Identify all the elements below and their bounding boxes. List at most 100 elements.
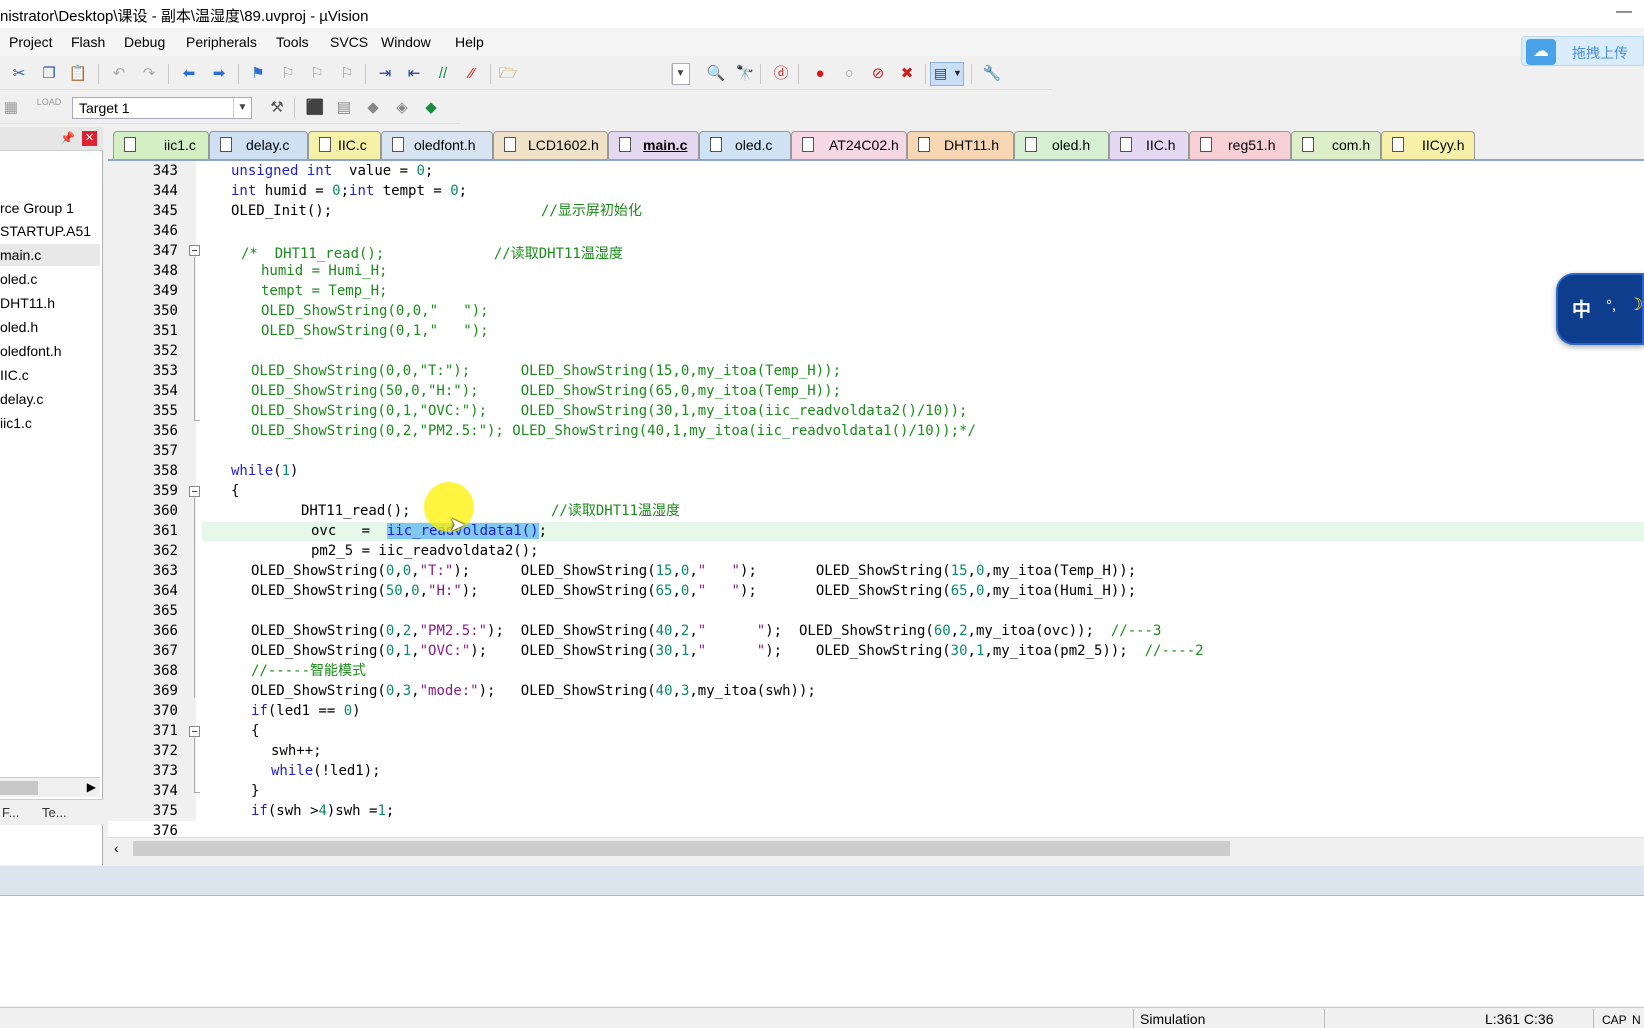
- tab-oled-c[interactable]: oled.c: [699, 131, 791, 159]
- menu-debug[interactable]: Debug: [124, 34, 165, 50]
- code-line-345: OLED_Init();: [231, 203, 333, 219]
- tree-item-iic-c[interactable]: IIC.c: [0, 364, 100, 386]
- editor-hscroll[interactable]: ‹: [108, 837, 1644, 859]
- indent-icon[interactable]: ⇥: [374, 63, 396, 85]
- undo-icon[interactable]: ↶: [108, 63, 130, 85]
- configure-icon[interactable]: 🔧: [981, 63, 1003, 85]
- tree-item-source-group[interactable]: rce Group 1: [0, 197, 100, 219]
- tree-item-dht11-h[interactable]: DHT11.h: [0, 292, 100, 314]
- tree-item-oled-c[interactable]: oled.c: [0, 268, 100, 290]
- disable-breakpoints-icon[interactable]: ⊘: [867, 63, 889, 85]
- tab-lcd1602-h[interactable]: LCD1602.h: [493, 131, 608, 159]
- tab-templates[interactable]: Te...: [42, 805, 67, 820]
- batch-build-icon[interactable]: ▦: [0, 97, 22, 119]
- build-output-pane[interactable]: [0, 896, 1644, 1006]
- build-toolbar: ▦ LOAD Target 1 ▼ ⚒ ⬛ ▤ ◆ ◈ ◆: [0, 92, 460, 124]
- code-line-374: }: [251, 783, 260, 799]
- line-number: 369: [152, 683, 178, 699]
- navigate-back-icon[interactable]: ⬅: [178, 63, 200, 85]
- select-packs-icon[interactable]: ▤: [333, 97, 355, 119]
- scrollbar-thumb[interactable]: [133, 841, 1230, 856]
- scroll-right-icon[interactable]: ▶: [87, 780, 96, 794]
- tab-com-h[interactable]: com.h: [1291, 131, 1381, 159]
- copy-icon[interactable]: ❐: [38, 63, 60, 85]
- scrollbar-thumb[interactable]: [0, 781, 38, 795]
- menu-project[interactable]: Project: [9, 34, 53, 50]
- tree-item-main-c[interactable]: main.c: [0, 244, 100, 266]
- tab-files[interactable]: F...: [2, 805, 19, 820]
- line-number: 348: [152, 263, 178, 279]
- fold-toggle-359[interactable]: [189, 486, 200, 497]
- pack-installer-icon[interactable]: ◆: [420, 97, 442, 119]
- menu-window[interactable]: Window: [381, 34, 431, 50]
- select-software-icon[interactable]: ◈: [391, 97, 413, 119]
- menu-help[interactable]: Help: [455, 34, 484, 50]
- navigate-forward-icon[interactable]: ➡: [208, 63, 230, 85]
- code-line-344: int humid = 0;int tempt = 0;: [231, 183, 468, 199]
- manage-project-items-icon[interactable]: ⬛: [304, 97, 326, 119]
- line-number: 346: [152, 223, 178, 239]
- kill-breakpoints-icon[interactable]: ✖: [896, 63, 918, 85]
- tab-iicyy-h[interactable]: IICyy.h: [1381, 131, 1475, 159]
- bookmark-icon[interactable]: ⚑: [247, 63, 269, 85]
- tree-item-iic1-c[interactable]: iic1.c: [0, 412, 100, 434]
- debug-session-icon[interactable]: ⓓ: [770, 63, 792, 85]
- file-icon: [1025, 137, 1037, 152]
- next-bookmark-icon[interactable]: ⚐: [306, 63, 328, 85]
- tab-reg51-h[interactable]: reg51.h: [1189, 131, 1291, 159]
- menu-flash[interactable]: Flash: [71, 34, 105, 50]
- prev-bookmark-icon[interactable]: ⚐: [277, 63, 299, 85]
- close-icon[interactable]: ✕: [82, 131, 97, 146]
- code-line-363: OLED_ShowString(0,0,"T:"); OLED_ShowStri…: [251, 563, 1137, 579]
- comment-icon[interactable]: //: [432, 63, 454, 85]
- manage-rte-icon[interactable]: ◆: [362, 97, 384, 119]
- paste-icon[interactable]: 📋: [67, 63, 89, 85]
- tree-item-oledfont-h[interactable]: oledfont.h: [0, 340, 100, 362]
- tree-item-oled-h[interactable]: oled.h: [0, 316, 100, 338]
- incremental-find-icon[interactable]: 🔭: [734, 63, 756, 85]
- tab-dht11-h[interactable]: DHT11.h: [907, 131, 1014, 159]
- tree-item-startup[interactable]: STARTUP.A51: [0, 220, 100, 242]
- clear-bookmarks-icon[interactable]: ⚐: [336, 63, 358, 85]
- tab-delay-c[interactable]: delay.c: [209, 131, 308, 159]
- scroll-left-icon[interactable]: ‹: [114, 840, 119, 856]
- find-in-files-icon[interactable]: 🗁: [497, 63, 519, 85]
- fold-guide: [194, 498, 195, 698]
- menu-svcs[interactable]: SVCS: [330, 34, 368, 50]
- uncomment-icon[interactable]: ⁄⁄: [461, 63, 483, 85]
- window-layout-button[interactable]: ▤ ▼: [930, 62, 964, 86]
- redo-icon[interactable]: ↷: [138, 63, 160, 85]
- unindent-icon[interactable]: ⇤: [403, 63, 425, 85]
- tab-iic-h[interactable]: IIC.h: [1109, 131, 1189, 159]
- menu-tools[interactable]: Tools: [276, 34, 309, 50]
- code-line-351: OLED_ShowString(0,1," ");: [261, 323, 489, 339]
- tab-oledfont-h[interactable]: oledfont.h: [381, 131, 493, 159]
- pin-icon[interactable]: 📌: [60, 131, 75, 145]
- fold-toggle-371[interactable]: [189, 726, 200, 737]
- insert-breakpoint-icon[interactable]: ●: [809, 63, 831, 85]
- menu-peripherals[interactable]: Peripherals: [186, 34, 257, 50]
- find-icon[interactable]: 🔍: [705, 63, 727, 85]
- cloud-icon: ☁: [1526, 39, 1556, 65]
- fold-toggle-347[interactable]: [189, 245, 200, 256]
- line-number: 366: [152, 623, 178, 639]
- cut-icon[interactable]: ✂: [8, 63, 30, 85]
- tab-oled-h[interactable]: oled.h: [1014, 131, 1109, 159]
- project-panel-hscroll[interactable]: ▶: [0, 777, 100, 797]
- minimize-button[interactable]: —: [1616, 3, 1632, 21]
- tab-label: com.h: [1332, 137, 1371, 153]
- file-icon: [124, 137, 136, 152]
- target-select[interactable]: Target 1 ▼: [72, 97, 252, 119]
- find-combo[interactable]: ▼: [671, 63, 690, 85]
- tree-item-delay-c[interactable]: delay.c: [0, 388, 100, 410]
- enable-breakpoint-icon[interactable]: ○: [838, 63, 860, 85]
- ime-widget[interactable]: 中 °, ☽: [1556, 273, 1644, 345]
- tab-iic-c[interactable]: IIC.c: [308, 131, 381, 159]
- download-button[interactable]: LOAD: [36, 97, 62, 119]
- cloud-upload-button[interactable]: ☁ 拖拽上传: [1521, 36, 1644, 66]
- target-options-icon[interactable]: ⚒: [266, 97, 288, 119]
- line-number: 355: [152, 403, 178, 419]
- tab-at24c02-h[interactable]: AT24C02.h: [791, 131, 907, 159]
- tab-iic1-c[interactable]: iic1.c: [113, 131, 209, 159]
- tab-main-c[interactable]: main.c: [608, 131, 699, 159]
